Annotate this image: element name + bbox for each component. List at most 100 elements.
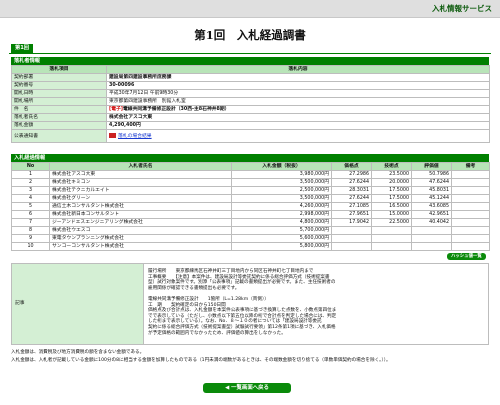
bid-amount: 5,700,000円 xyxy=(231,226,332,235)
eval-value: 43.6085 xyxy=(411,202,452,211)
bid-note xyxy=(451,178,490,187)
eval-value: 50.7986 xyxy=(411,170,452,179)
back-to-list-button[interactable]: ◀ 一覧画面へ戻る xyxy=(203,383,291,393)
tech-score: 16.5000 xyxy=(371,202,412,211)
eval-value: 42.9651 xyxy=(411,210,452,219)
bid-no: 4 xyxy=(11,194,50,203)
eval-value: 45.8031 xyxy=(411,186,452,195)
bid-row: 5 通信土木コンサルタント株式会社 4,260,000円 27.1085 16.5000… xyxy=(11,202,490,211)
eval-value: 40.4042 xyxy=(411,218,452,227)
info-row-label: 契約部署 xyxy=(11,73,107,82)
info-row-value: 平成30年7月12日 午前9時30分 xyxy=(106,89,490,98)
info-row-label: 件 名 xyxy=(11,105,107,114)
notice-cell: 落札の場合結果 xyxy=(106,129,490,143)
bid-col-header: 入札金額（税抜） xyxy=(231,162,332,171)
bid-amount: 5,800,000円 xyxy=(231,242,332,251)
bid-row: 7 ジーアンドエスエンジニアリング株式会社 4,800,000円 17.9042 22.… xyxy=(11,218,490,227)
info-row-label: 契約番号 xyxy=(11,81,107,90)
service-name: 入札情報サービス xyxy=(432,4,492,13)
bid-progress-table: No 入札者氏名 入札金額（税抜） 価格点 技術点 評価値 備考 1 株式会社アスコ大東 3,9… xyxy=(11,162,490,251)
back-arrow-icon: ◀ xyxy=(225,385,230,391)
info-row: 落札金額 4,290,400円 xyxy=(11,121,490,130)
bid-row: 3 株式会社テクニカルエイト 2,500,000円 28.3031 17.5000 45.… xyxy=(11,186,490,195)
bid-header-row: No 入札者氏名 入札金額（税抜） 価格点 技術点 評価値 備考 xyxy=(11,162,490,171)
bidder-name: ジーアンドエスエンジニアリング株式会社 xyxy=(49,218,232,227)
bid-note xyxy=(451,186,490,195)
eval-value: 47.6244 xyxy=(411,178,452,187)
bid-amount: 5,600,000円 xyxy=(231,234,332,243)
tech-score: 17.5000 xyxy=(371,194,412,203)
bid-no: 9 xyxy=(11,234,50,243)
info-row-value: 建設局第四建設事務所庶務課 xyxy=(106,73,490,82)
bidder-name: 株式会社アスコ大東 xyxy=(49,170,232,179)
bid-col-header: 入札者氏名 xyxy=(49,162,232,171)
bid-note xyxy=(451,226,490,235)
notice-row: 公表通知書 落札の場合結果 xyxy=(11,129,490,143)
bid-row: 4 株式会社グリーン 3,500,000円 27.6244 17.5000 45.1244 xyxy=(11,194,490,203)
bid-row: 8 株式会社ウエスコ 5,700,000円 xyxy=(11,226,490,235)
progress-section-title: 入札経過情報 xyxy=(11,154,489,162)
bidder-name: 株式会社テクニカルエイト xyxy=(49,186,232,195)
bid-no: 3 xyxy=(11,186,50,195)
pdf-icon[interactable] xyxy=(109,132,116,138)
bid-row: 2 株式会社キミコン 3,500,000円 27.6244 20.0000 47.6244 xyxy=(11,178,490,187)
price-score xyxy=(331,242,372,251)
info-row: 契約番号 30-00096 xyxy=(11,81,490,90)
price-score: 27.1085 xyxy=(331,202,372,211)
bid-amount: 3,500,000円 xyxy=(231,194,332,203)
bidder-name: 株式会社キミコン xyxy=(49,178,232,187)
hash-list-button[interactable]: ハッシュ値一覧 xyxy=(447,253,486,260)
info-row-label: 開札場所 xyxy=(11,97,107,106)
tech-score xyxy=(371,226,412,235)
remarks-label: 記事 xyxy=(12,264,144,344)
col-header-content: 落札内容 xyxy=(106,65,490,74)
info-row-label: 落札金額 xyxy=(11,121,107,130)
info-value-text: 平成30年7月12日 午前9時30分 xyxy=(109,91,179,96)
bid-no: 1 xyxy=(11,170,50,179)
footer-note-1: 入札金額は、消費税及び地方消費税の額を含まない金額である。 xyxy=(11,350,145,355)
bidder-name: サンコーコンサルタント株式会社 xyxy=(49,242,232,251)
info-row-label: 開札日時 xyxy=(11,89,107,98)
info-row-label: 落札者氏名 xyxy=(11,113,107,122)
price-score: 27.6244 xyxy=(331,194,372,203)
info-row-value: 東京都第四建設事務所 別館入札室 xyxy=(106,97,490,106)
eval-value xyxy=(411,234,452,243)
bid-col-header: 評価値 xyxy=(411,162,452,171)
info-value-text: 東京都第四建設事務所 別館入札室 xyxy=(109,99,186,104)
tech-score xyxy=(371,234,412,243)
info-value-text: 電線共同溝予備修正設計（30西-主8石神井8期） xyxy=(122,107,230,112)
bid-note xyxy=(451,194,490,203)
info-row-value: [電子]電線共同溝予備修正設計（30西-主8石神井8期） xyxy=(106,105,490,114)
bidder-name: 東電タウンプランニング株式会社 xyxy=(49,234,232,243)
bid-col-header: 備考 xyxy=(451,162,490,171)
remarks-box: 記事 履行場所 東京都練馬区石神井町三丁目地内から同区石神井町七丁目地内まで 工事… xyxy=(11,263,489,345)
back-button-label: 一覧画面へ戻る xyxy=(231,385,269,391)
info-value-text: 建設局第四建設事務所庶務課 xyxy=(109,75,172,80)
bid-no: 7 xyxy=(11,218,50,227)
bid-no: 5 xyxy=(11,202,50,211)
bid-row: 1 株式会社アスコ大東 3,980,000円 27.2986 23.5000 50.798… xyxy=(11,170,490,179)
eval-value xyxy=(411,242,452,251)
footer-note-2: 入札金額は、入札者が記載している金額に100分の8に相当する金額を加算したもので… xyxy=(11,358,391,363)
bid-amount: 4,260,000円 xyxy=(231,202,332,211)
round-tag: 第1回 xyxy=(11,44,33,53)
bid-row: 6 株式会社新日本コンサルタント 2,998,000円 27.9651 15.0000 4… xyxy=(11,210,490,219)
page-title: 第1回 入札経過調書 xyxy=(194,28,306,42)
bid-note xyxy=(451,170,490,179)
bid-note xyxy=(451,234,490,243)
tech-score xyxy=(371,242,412,251)
bid-no: 2 xyxy=(11,178,50,187)
bid-col-header: 技術点 xyxy=(371,162,412,171)
bid-no: 10 xyxy=(11,242,50,251)
bid-amount: 4,800,000円 xyxy=(231,218,332,227)
info-row: 開札日時 平成30年7月12日 午前9時30分 xyxy=(11,89,490,98)
top-bar: 入札情報サービス xyxy=(0,0,500,18)
price-score xyxy=(331,226,372,235)
eval-value: 45.1244 xyxy=(411,194,452,203)
notice-link[interactable]: 落札の場合結果 xyxy=(118,134,152,139)
info-row-value: 30-00096 xyxy=(106,81,490,90)
bid-amount: 3,500,000円 xyxy=(231,178,332,187)
info-row: 契約部署 建設局第四建設事務所庶務課 xyxy=(11,73,490,82)
info-value-text: 株式会社アスコ大東 xyxy=(109,115,153,120)
remarks-line: が予定価格の範囲内でなかったため、評価値の算出をしなかった。 xyxy=(148,330,286,336)
